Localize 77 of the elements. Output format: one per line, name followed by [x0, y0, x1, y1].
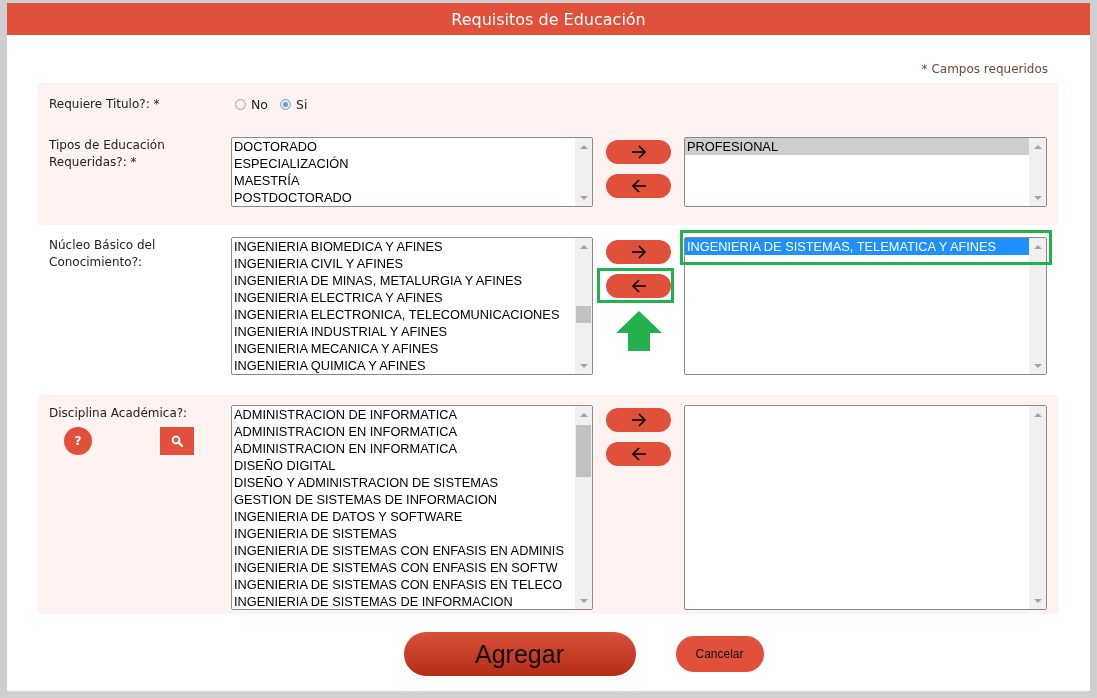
- available-listbox[interactable]: [231, 405, 593, 610]
- chosen-listbox[interactable]: PROFESIONAL: [684, 137, 1047, 207]
- scroll-down-icon: [579, 598, 588, 603]
- list-option[interactable]: INGENIERIA DE SISTEMAS DE INFORMACION: [232, 593, 575, 609]
- scrollbar[interactable]: [575, 238, 592, 374]
- list-option[interactable]: INGENIERIA QUIMICA Y AFINES: [232, 357, 575, 374]
- scrollbar[interactable]: [575, 138, 592, 206]
- arrow-right-icon: [629, 144, 648, 160]
- scrollbar-thumb[interactable]: [576, 425, 591, 477]
- dialog-title: Requisitos de Educación: [451, 9, 646, 29]
- cancel-button[interactable]: Cancelar: [675, 636, 764, 672]
- list-option[interactable]: MAESTRÍA: [232, 172, 575, 189]
- available-listbox[interactable]: DOCTORADO ESPECIALIZACIÓN MAESTRÍA POSTDOCTORADO: [231, 137, 593, 207]
- scrollbar[interactable]: [1029, 406, 1046, 609]
- scrollbar[interactable]: [575, 406, 592, 609]
- move-right-button[interactable]: [606, 408, 671, 432]
- list-option[interactable]: ADMINISTRACION DE INFORMATICA: [232, 406, 575, 423]
- list-option[interactable]: INGENIERIA DE SISTEMAS CON ENFASIS EN TELECO: [232, 576, 575, 593]
- scroll-down-icon: [1033, 195, 1042, 200]
- arrow-right-icon: [629, 244, 648, 260]
- move-left-button[interactable]: [606, 442, 671, 466]
- list-option[interactable]: INGENIERIA DE SISTEMAS: [232, 525, 575, 542]
- radio-label: Si: [296, 96, 308, 112]
- required-note: * Campos requeridos: [921, 62, 1048, 78]
- add-button[interactable]: Agregar: [403, 632, 636, 676]
- field-label: Tipos de Educación Requeridas?: *: [49, 137, 166, 171]
- scroll-down-icon: [579, 363, 588, 368]
- arrow-left-icon: [629, 278, 648, 294]
- list-option[interactable]: GESTION DE SISTEMAS DE INFORMACION: [232, 491, 575, 508]
- scrollbar-thumb[interactable]: [576, 306, 591, 323]
- field-label: Disciplina Académica?:: [49, 405, 189, 422]
- list-option[interactable]: DISEÑO Y ADMINISTRACION DE SISTEMAS: [232, 474, 575, 491]
- list-option[interactable]: ADMINISTRACION EN INFORMATICA: [232, 440, 575, 457]
- list-option[interactable]: PROFESIONAL: [685, 138, 1029, 155]
- radio-label: No: [251, 96, 268, 112]
- list-option[interactable]: INGENIERIA MECANICA Y AFINES: [232, 340, 575, 357]
- list-option[interactable]: ESPECIALIZACIÓN: [232, 155, 575, 172]
- field-label: Núcleo Básico del Conocimiento?:: [49, 237, 157, 271]
- list-option[interactable]: POSTDOCTORADO: [232, 189, 575, 206]
- move-right-button[interactable]: [606, 140, 671, 164]
- scroll-up-icon: [579, 412, 588, 417]
- search-button[interactable]: [160, 427, 194, 455]
- list-option[interactable]: INGENIERIA ELECTRONICA, TELECOMUNICACIONES: [232, 306, 575, 323]
- list-option[interactable]: INGENIERIA DE DATOS Y SOFTWARE: [232, 508, 575, 525]
- scroll-up-icon: [1033, 144, 1042, 149]
- scroll-up-icon: [1033, 244, 1042, 249]
- scroll-up-icon: [579, 144, 588, 149]
- move-right-button[interactable]: [606, 240, 671, 264]
- list-option[interactable]: INGENIERIA BIOMEDICA Y AFINES: [232, 238, 575, 255]
- scrollbar[interactable]: [1029, 238, 1046, 374]
- list-option[interactable]: INGENIERIA DE SISTEMAS CON ENFASIS EN ADMINIS: [232, 542, 575, 559]
- scroll-down-icon: [1033, 598, 1042, 603]
- help-button[interactable]: ?: [64, 427, 92, 455]
- scrollbar[interactable]: [1029, 138, 1046, 206]
- list-option[interactable]: INGENIERIA CIVIL Y AFINES: [232, 255, 575, 272]
- arrow-left-icon: [629, 446, 648, 462]
- list-option[interactable]: INGENIERIA ELECTRICA Y AFINES: [232, 289, 575, 306]
- move-left-button[interactable]: [606, 274, 671, 298]
- scroll-down-icon: [579, 195, 588, 200]
- arrow-right-icon: [629, 412, 648, 428]
- list-option[interactable]: INGENIERIA DE MINAS, METALURGIA Y AFINES: [232, 272, 575, 289]
- field-label: Requiere Titulo?: *: [49, 95, 161, 113]
- move-left-button[interactable]: [606, 174, 671, 198]
- list-option[interactable]: DOCTORADO: [232, 138, 575, 155]
- scroll-up-icon: [579, 244, 588, 249]
- up-arrow-icon: [616, 311, 662, 351]
- scroll-up-icon: [1033, 412, 1042, 417]
- scroll-down-icon: [1033, 363, 1042, 368]
- list-option[interactable]: ADMINISTRACION EN INFORMATICA: [232, 423, 575, 440]
- arrow-left-icon: [629, 178, 648, 194]
- available-listbox[interactable]: [231, 237, 593, 375]
- search-icon: [171, 435, 183, 447]
- radio-button[interactable]: [280, 98, 291, 110]
- list-option[interactable]: INGENIERIA INDUSTRIAL Y AFINES: [232, 323, 575, 340]
- list-option[interactable]: DISEÑO DIGITAL: [232, 457, 575, 474]
- list-option[interactable]: INGENIERIA DE SISTEMAS CON ENFASIS EN SOFTW: [232, 559, 575, 576]
- radio-button[interactable]: [235, 98, 246, 110]
